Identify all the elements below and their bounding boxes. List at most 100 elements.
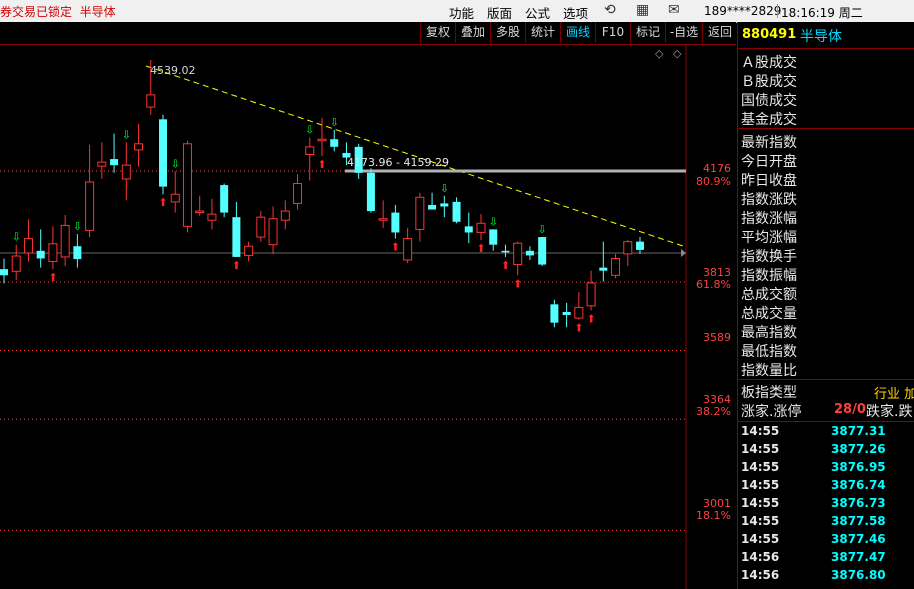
back-button[interactable]: 返回 (702, 22, 737, 43)
tick-price: 3877.58 (831, 514, 886, 528)
label-avg-change: 平均涨幅 (741, 230, 797, 246)
account-id[interactable]: 189****2829 (704, 4, 781, 18)
tick-row: 14:55 3877.31 (738, 423, 914, 441)
range-label: 4173.96 - 4159.29 (347, 156, 449, 169)
candle-up (513, 242, 523, 266)
candle-down (636, 241, 644, 250)
candle-down (525, 250, 534, 256)
buy-arrow-icon: ⬆ (317, 158, 326, 171)
divider (738, 48, 914, 49)
tick-time: 14:55 (741, 514, 780, 528)
candle-up (611, 257, 621, 276)
candle-up (48, 243, 58, 263)
candle-down (501, 250, 510, 253)
overlay-button[interactable]: 叠加 (455, 22, 490, 43)
buy-arrow-icon: ⬆ (574, 322, 583, 335)
f10-button[interactable]: F10 (595, 22, 630, 43)
menu-function[interactable]: 功能 (449, 3, 474, 22)
up-count-value: 28/0 (834, 402, 866, 417)
candle-up (268, 218, 278, 246)
candle-down (428, 204, 437, 210)
label-turnover: 指数换手 (741, 249, 797, 265)
menu-layout[interactable]: 版面 (487, 3, 512, 22)
label-fund-volume: 基金成交 (741, 112, 797, 128)
candle-down (489, 229, 498, 245)
price-label: 4176 (703, 162, 731, 175)
candle-down (366, 172, 375, 212)
candle-up (134, 143, 144, 151)
candle-up (97, 161, 107, 167)
index-name[interactable]: 半导体 (800, 26, 842, 46)
tick-time: 14:56 (741, 550, 780, 564)
label-up-count: 涨家.涨停 (741, 404, 802, 420)
watchlist-button[interactable]: -自选 (665, 22, 702, 43)
menu-options[interactable]: 选项 (563, 3, 588, 22)
mark-button[interactable]: 标记 (630, 22, 665, 43)
candle-down (73, 246, 82, 260)
candle-up (403, 238, 413, 261)
buy-arrow-icon: ⬆ (513, 277, 522, 290)
tick-time: 14:55 (741, 496, 780, 510)
info-panel: 880491 半导体 Ａ股成交 Ｂ股成交 国债成交 基金成交 最新指数 今日开盘… (737, 22, 914, 589)
fib-levels (0, 170, 686, 531)
draw-line-button[interactable]: 画线 (560, 22, 595, 43)
candle-up (586, 282, 596, 307)
candle-down (464, 226, 473, 233)
price-label: 3589 (703, 331, 731, 344)
menu-formula[interactable]: 公式 (525, 3, 550, 22)
label-a-share-volume: Ａ股成交 (741, 55, 797, 71)
label-index-type: 板指类型 (741, 385, 797, 401)
candlestick-chart[interactable]: ◇ ◇ ⇩ ⇩ ⇩ ⇩ ⇩ ⇩ ⇩ ⇩ ⇩ ⬆ ⬆ ⬆ ⬆ ⬆ ⬆ ⬆ ⬆ ⬆ ⬆ 4539.02 4173.96 … (0, 45, 736, 589)
panel-header: 880491 半导体 (738, 22, 914, 48)
pct-label: 18.1% (696, 509, 731, 522)
signal-arrows: ⇩⇩⇩⇩⇩⇩⇩⇩⇩⬆⬆⬆⬆⬆ ⬆⬆⬆⬆⬆ (12, 116, 596, 335)
refresh-icon[interactable]: ⟲ (604, 2, 616, 18)
tick-row: 14:55 3877.26 (738, 441, 914, 459)
label-change: 指数涨跌 (741, 192, 797, 208)
candle-down (110, 159, 119, 166)
sell-arrow-icon: ⇩ (122, 128, 131, 141)
tick-row: 14:55 3876.74 (738, 477, 914, 495)
candle-up (60, 224, 70, 258)
buy-arrow-icon: ⬆ (158, 196, 167, 209)
sell-arrow-icon: ⇩ (171, 157, 180, 170)
sell-arrow-icon: ⇩ (538, 223, 547, 236)
tick-time: 14:55 (741, 460, 780, 474)
statistics-button[interactable]: 统计 (525, 22, 560, 43)
label-volume-ratio: 指数量比 (741, 363, 797, 379)
candle-down (538, 237, 547, 265)
chart-canvas[interactable]: ◇ ◇ ⇩⇩⇩⇩⇩⇩⇩⇩⇩⬆⬆⬆⬆⬆ ⬆⬆⬆⬆⬆ 4539.02 4173.96 … (0, 45, 736, 589)
candle-up (293, 183, 303, 204)
candle-down (550, 304, 559, 323)
sell-arrow-icon: ⇩ (12, 231, 21, 244)
candle-down (330, 139, 339, 147)
lock-status: 券交易已锁定 半导体 (0, 5, 116, 19)
candle-up (476, 222, 486, 233)
chart-toolbar: 复权 叠加 多股 统计 画线 F10 标记 -自选 返回 (0, 22, 736, 45)
candle-down (391, 212, 400, 233)
candle-down (599, 267, 608, 271)
tick-time: 14:55 (741, 478, 780, 492)
sell-arrow-icon: ⇩ (305, 124, 314, 137)
candle-up (415, 196, 425, 230)
buy-arrow-icon: ⬆ (586, 312, 595, 325)
grid-icon[interactable]: ▦ (636, 2, 649, 18)
multi-stock-button[interactable]: 多股 (490, 22, 525, 43)
sell-arrow-icon: ⇩ (73, 220, 82, 233)
tick-price: 3877.46 (831, 532, 886, 546)
restore-rights-button[interactable]: 复权 (420, 22, 455, 43)
sell-arrow-icon: ⇩ (440, 182, 449, 195)
candle-down (562, 311, 571, 316)
candle-up (146, 94, 156, 108)
title-bar: 券交易已锁定 半导体 功能 版面 公式 选项 ⟲ ▦ ✉ 189****2829… (0, 0, 914, 23)
sell-arrow-icon: ⇩ (489, 215, 498, 228)
tick-price: 3877.31 (831, 424, 886, 438)
diamond-icon[interactable]: ◇ (655, 47, 664, 60)
candle-down (232, 217, 241, 257)
candle-up (11, 255, 21, 272)
index-code[interactable]: 880491 (742, 27, 796, 42)
divider (738, 379, 914, 380)
mail-icon[interactable]: ✉ (668, 2, 680, 18)
tick-row: 14:55 3876.73 (738, 495, 914, 513)
diamond-icon-2[interactable]: ◇ (673, 47, 682, 60)
